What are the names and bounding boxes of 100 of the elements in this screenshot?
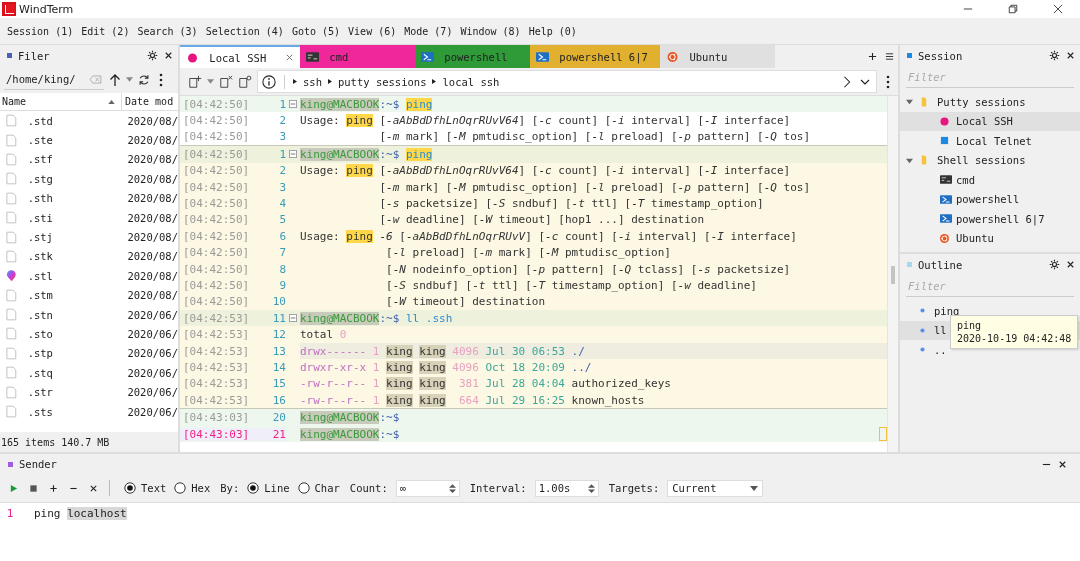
path-field[interactable]: /home/king/: [4, 69, 104, 90]
filter-field[interactable]: Filter: [906, 276, 1074, 297]
session-item[interactable]: powershell: [900, 189, 1080, 209]
radio-icon[interactable]: [124, 482, 136, 494]
restore-icon[interactable]: [1008, 4, 1018, 14]
radio-icon[interactable]: [174, 482, 187, 494]
radio-icon[interactable]: [297, 482, 310, 494]
menu-icon[interactable]: [885, 52, 894, 61]
menu-item[interactable]: Session (1): [7, 25, 74, 37]
play-icon[interactable]: [9, 483, 18, 493]
session-item[interactable]: cmd: [900, 170, 1080, 190]
menu-item[interactable]: Selection (4): [205, 25, 284, 37]
radio-button[interactable]: Char: [297, 482, 340, 494]
file-row[interactable]: .ste 2020/08/: [0, 130, 178, 150]
tab[interactable]: powershell 6|7: [530, 45, 661, 68]
radio-button[interactable]: Line: [247, 482, 290, 494]
settings-icon[interactable]: [1049, 50, 1060, 61]
field-label: Count:: [349, 482, 388, 494]
tree-folder[interactable]: Putty sessions: [900, 92, 1080, 112]
close-icon[interactable]: [1065, 50, 1076, 61]
close-icon[interactable]: [163, 50, 174, 61]
close-icon[interactable]: [1053, 4, 1063, 14]
line-number: 7: [278, 246, 286, 260]
line-number: 3: [278, 180, 286, 194]
file-row[interactable]: .stf 2020/08/: [0, 149, 178, 170]
session-item[interactable]: Ubuntu: [900, 228, 1080, 248]
radio-button[interactable]: Hex: [174, 482, 211, 494]
terminal-text: Usage: ping [-aAbBdDfhLnOqrRUvV64] [-c count] [-i interval] [-I interface]: [300, 113, 792, 129]
file-row[interactable]: .sto 2020/06/: [0, 324, 178, 344]
radio-button[interactable]: Text: [124, 482, 167, 494]
file-row[interactable]: .str 2020/06/: [0, 382, 178, 402]
interval-field[interactable]: 1.00s: [534, 479, 599, 497]
stop-icon[interactable]: [29, 483, 38, 493]
info-icon[interactable]: [262, 74, 276, 89]
line-number: 1: [278, 97, 286, 111]
breadcrumb-item[interactable]: local ssh: [442, 75, 500, 88]
scrollbar[interactable]: [887, 96, 898, 452]
menu-item[interactable]: Goto (5): [291, 25, 341, 37]
file-row[interactable]: .stq 2020/06/: [0, 363, 178, 383]
up-arrow-icon[interactable]: [109, 72, 121, 87]
file-row[interactable]: .sti 2020/08/: [0, 207, 178, 228]
count-field[interactable]: ∞: [395, 479, 460, 497]
breadcrumb-item[interactable]: ssh: [303, 75, 322, 88]
editor-area[interactable]: 1 ping localhost: [0, 503, 1080, 561]
menu-item[interactable]: Search (3): [137, 25, 198, 37]
add-icon[interactable]: [868, 52, 877, 61]
close-tab-icon[interactable]: [219, 74, 233, 89]
powershell-icon: [940, 214, 952, 224]
fold-icon[interactable]: [289, 150, 297, 159]
refresh-icon[interactable]: [138, 72, 150, 87]
menu-item[interactable]: Edit (2): [81, 25, 130, 37]
file-row[interactable]: .stj 2020/08/: [0, 227, 178, 247]
menu-item[interactable]: Mode (7): [404, 25, 453, 37]
tab-settings-icon[interactable]: [238, 74, 252, 89]
session-item[interactable]: powershell 6|7: [900, 209, 1080, 229]
clear-icon[interactable]: [89, 483, 98, 493]
tab[interactable]: powershell: [415, 45, 530, 68]
file-row[interactable]: .stn 2020/06/: [0, 304, 178, 325]
spinner-icon[interactable]: [587, 482, 595, 494]
column-header[interactable]: Name: [0, 93, 122, 110]
fold-icon[interactable]: [289, 314, 297, 323]
radio-icon[interactable]: [247, 482, 260, 494]
file-row[interactable]: .stl 2020/08/: [0, 266, 178, 286]
close-icon[interactable]: [1065, 259, 1076, 270]
new-tab-icon[interactable]: [188, 74, 202, 89]
file-row[interactable]: .std 2020/08/: [0, 111, 178, 131]
file-row[interactable]: .stg 2020/08/: [0, 169, 178, 189]
expand-arrow-icon: [906, 156, 913, 164]
file-icon: [6, 133, 17, 147]
settings-icon[interactable]: [147, 50, 158, 61]
column-header[interactable]: Date mod: [122, 93, 174, 110]
fold-icon[interactable]: [289, 100, 297, 109]
menu-item[interactable]: Help (0): [528, 25, 577, 37]
tab[interactable]: Ubuntu: [660, 45, 776, 68]
settings-icon[interactable]: [1049, 259, 1060, 270]
menu-item[interactable]: View (6): [348, 25, 397, 37]
session-item[interactable]: Local SSH: [900, 111, 1080, 131]
menu-item[interactable]: Window (8): [460, 25, 521, 37]
filter-field[interactable]: Filter: [906, 67, 1074, 88]
tab[interactable]: Local SSH: [180, 45, 300, 68]
file-row[interactable]: .stp 2020/06/: [0, 343, 178, 364]
targets-dropdown[interactable]: Current: [667, 479, 764, 497]
file-row[interactable]: .stk 2020/08/: [0, 246, 178, 267]
expand-arrow-icon: [906, 98, 913, 106]
tree-folder[interactable]: Shell sessions: [900, 150, 1080, 170]
file-icon: [6, 405, 17, 419]
breadcrumb-item[interactable]: putty sessions: [337, 75, 427, 88]
file-icon: [6, 327, 17, 341]
session-item[interactable]: Local Telnet: [900, 131, 1080, 151]
add-icon[interactable]: [49, 483, 58, 493]
spinner-icon[interactable]: [448, 482, 456, 494]
tab[interactable]: cmd: [300, 45, 415, 68]
caret-icon[interactable]: [207, 79, 214, 84]
file-row[interactable]: .sts 2020/06/: [0, 401, 178, 422]
folder-icon: [921, 96, 927, 107]
file-row[interactable]: .sth 2020/08/: [0, 188, 178, 208]
file-row[interactable]: .stm 2020/08/: [0, 285, 178, 305]
address-bar[interactable]: ssh putty sessions local ssh: [257, 70, 877, 93]
caret-icon[interactable]: [126, 77, 133, 82]
chevron-down-icon[interactable]: [860, 78, 870, 85]
